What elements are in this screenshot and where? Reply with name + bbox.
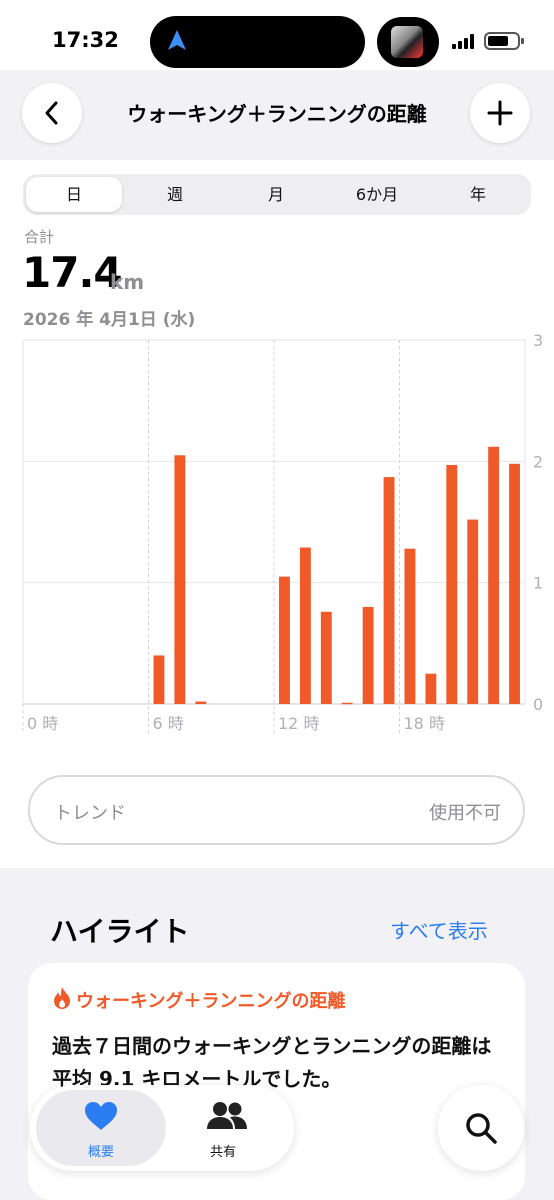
- total-value: 17.4: [22, 248, 123, 297]
- tab-bar: 概要 共有: [30, 1085, 294, 1171]
- time-range-segmented-control: 日 週 月 6か月 年: [23, 174, 531, 215]
- tab-summary[interactable]: 概要: [36, 1090, 166, 1166]
- back-button[interactable]: [22, 83, 82, 143]
- location-arrow-icon: [168, 30, 186, 50]
- heart-icon: [85, 1102, 117, 1130]
- bar: [341, 702, 353, 705]
- y-tick-label: 1: [533, 574, 543, 593]
- trend-row[interactable]: トレンド 使用不可: [28, 775, 525, 845]
- dynamic-island[interactable]: [150, 16, 365, 68]
- tab-sharing-label: 共有: [209, 1145, 236, 1160]
- add-data-button[interactable]: [470, 83, 530, 143]
- bar: [404, 548, 416, 704]
- y-tick-label: 2: [533, 452, 543, 471]
- bar: [362, 606, 374, 704]
- bar: [446, 464, 458, 704]
- album-art-icon: [391, 26, 423, 58]
- x-tick-label: 6 時: [153, 714, 184, 733]
- page-title: ウォーキング＋ランニングの距離: [127, 102, 427, 126]
- search-button[interactable]: [438, 1085, 524, 1171]
- trend-label: トレンド: [54, 803, 126, 824]
- segment-week[interactable]: 週: [127, 174, 223, 215]
- segment-month[interactable]: 月: [228, 174, 324, 215]
- battery-icon: [484, 32, 524, 50]
- total-label: 合計: [24, 228, 55, 246]
- highlights-title: ハイライト: [50, 915, 190, 948]
- search-icon: [466, 1113, 497, 1144]
- bar: [488, 446, 500, 704]
- total-unit: km: [110, 270, 145, 294]
- bar: [174, 455, 186, 704]
- bar: [383, 477, 395, 704]
- highlight-card-title: ウォーキング＋ランニングの距離: [76, 991, 346, 1012]
- chevron-left-icon: [45, 101, 58, 125]
- hourly-distance-chart[interactable]: 3 2 1 0 0 時 6 時 12 時 18 時: [0, 330, 554, 740]
- bar: [509, 463, 520, 704]
- tab-summary-label: 概要: [87, 1145, 114, 1160]
- bar: [195, 701, 207, 704]
- show-all-link[interactable]: すべて表示: [390, 915, 488, 944]
- segment-year[interactable]: 年: [430, 174, 526, 215]
- segment-day[interactable]: 日: [26, 177, 122, 212]
- plus-icon: [487, 100, 513, 126]
- status-time: 17:32: [52, 28, 119, 52]
- cellular-signal-icon: [452, 34, 478, 49]
- y-tick-label: 3: [533, 331, 543, 350]
- bar: [299, 547, 311, 704]
- bar: [153, 655, 165, 704]
- flame-icon: [54, 987, 70, 1009]
- now-playing-artwork[interactable]: [377, 17, 439, 67]
- trend-value: 使用不可: [429, 803, 501, 824]
- people-icon: [207, 1102, 247, 1129]
- segment-6-months[interactable]: 6か月: [329, 174, 425, 215]
- date-label: 2026 年 4月1日 (水): [23, 310, 196, 330]
- bar: [320, 611, 332, 704]
- bar: [467, 519, 479, 704]
- bar: [425, 673, 437, 704]
- x-tick-label: 12 時: [278, 714, 319, 733]
- x-tick-label: 0 時: [27, 714, 58, 733]
- tab-sharing[interactable]: 共有: [158, 1090, 288, 1166]
- y-tick-label: 0: [533, 695, 543, 714]
- bar: [279, 576, 290, 704]
- x-tick-label: 18 時: [404, 714, 445, 733]
